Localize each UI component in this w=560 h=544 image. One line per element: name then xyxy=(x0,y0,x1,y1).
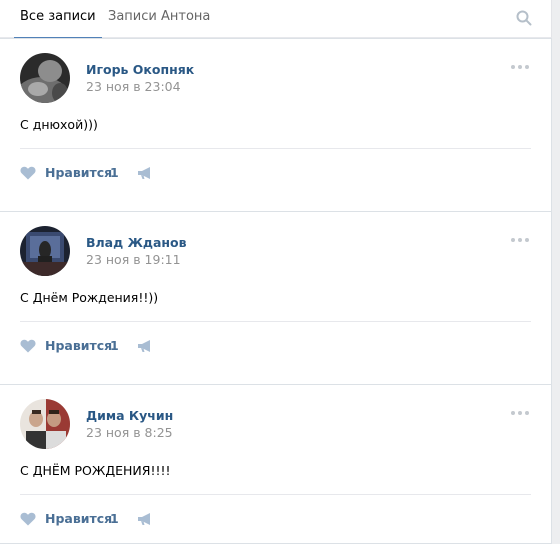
wall-tabs: Все записи Записи Антона xyxy=(0,0,552,39)
post-date[interactable]: 23 ноя в 19:11 xyxy=(86,252,181,267)
megaphone-icon[interactable] xyxy=(137,511,153,530)
megaphone-icon[interactable] xyxy=(137,165,153,184)
post-date[interactable]: 23 ноя в 8:25 xyxy=(86,425,173,440)
search-icon[interactable] xyxy=(515,9,533,27)
more-icon[interactable] xyxy=(511,65,531,71)
megaphone-icon[interactable] xyxy=(137,338,153,357)
like-count: 1 xyxy=(110,511,119,526)
heart-icon xyxy=(20,512,36,526)
like-count: 1 xyxy=(110,338,119,353)
divider xyxy=(20,148,531,149)
wall-post: Дима Кучин 23 ноя в 8:25 С ДНЁМ РОЖДЕНИЯ… xyxy=(0,384,552,544)
wall-post: Влад Жданов 23 ноя в 19:11 С Днём Рожден… xyxy=(0,211,552,397)
avatar[interactable] xyxy=(20,53,70,103)
divider xyxy=(20,321,531,322)
post-text: С днюхой))) xyxy=(20,117,98,132)
wall-post: Игорь Окопняк 23 ноя в 23:04 С днюхой)))… xyxy=(0,38,552,224)
avatar[interactable] xyxy=(20,226,70,276)
like-label: Нравится xyxy=(45,511,113,526)
more-icon[interactable] xyxy=(511,238,531,244)
tab-all-posts[interactable]: Все записи xyxy=(14,0,102,39)
post-date[interactable]: 23 ноя в 23:04 xyxy=(86,79,181,94)
post-author[interactable]: Игорь Окопняк xyxy=(86,62,194,77)
post-text: С ДНЁМ РОЖДЕНИЯ!!!! xyxy=(20,463,171,478)
tab-owner-posts[interactable]: Записи Антона xyxy=(108,0,210,38)
post-author[interactable]: Дима Кучин xyxy=(86,408,173,423)
heart-icon xyxy=(20,166,36,180)
more-icon[interactable] xyxy=(511,411,531,417)
post-author[interactable]: Влад Жданов xyxy=(86,235,187,250)
divider xyxy=(20,494,531,495)
like-label: Нравится xyxy=(45,338,113,353)
like-count: 1 xyxy=(110,165,119,180)
post-text: С Днём Рождения!!)) xyxy=(20,290,159,305)
avatar[interactable] xyxy=(20,399,70,449)
heart-icon xyxy=(20,339,36,353)
like-label: Нравится xyxy=(45,165,113,180)
